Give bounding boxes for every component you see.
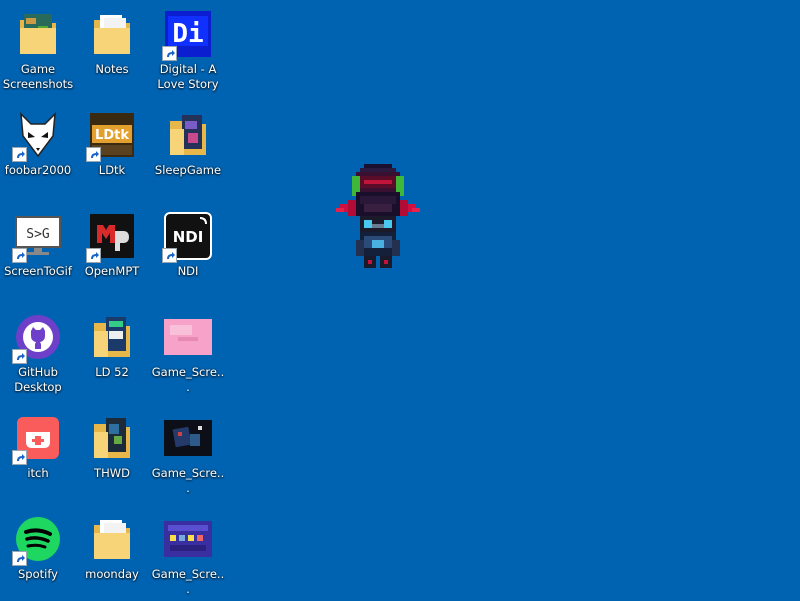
icon-label: Game_Scre... [151, 466, 225, 495]
shortcut-arrow-icon [12, 147, 27, 162]
icon-label: Game_Scre... [151, 365, 225, 394]
folder-icon [88, 10, 136, 58]
svg-text:NDI: NDI [173, 228, 204, 246]
icon-label: LDtk [98, 163, 126, 177]
shortcut-arrow-icon [12, 551, 27, 566]
desktop: { "desktop": { "background_color": "#006… [0, 0, 800, 600]
spotify-icon [12, 515, 62, 566]
digital-app-icon: Di [162, 10, 212, 61]
openmpt-icon [86, 212, 136, 263]
icon-label: THWD [94, 466, 130, 480]
desktop-icon-digital-a-love-story[interactable]: Di Digital - A Love Story [150, 0, 226, 96]
desktop-icon-notes[interactable]: Notes [74, 0, 150, 96]
shortcut-arrow-icon [162, 46, 177, 61]
folder-icon [88, 313, 136, 361]
desktop-icon-ndi[interactable]: NDI NDI [150, 202, 226, 298]
icon-label: Notes [95, 62, 129, 76]
folder-icon [88, 414, 136, 462]
foobar2000-icon [12, 111, 62, 162]
icon-label: Digital - A Love Story [157, 62, 219, 91]
screentogif-icon: S>G [12, 212, 62, 263]
icon-label: foobar2000 [4, 163, 72, 177]
shortcut-arrow-icon [162, 248, 177, 263]
image-thumbnail-icon [164, 515, 212, 563]
desktop-icon-sleepgame[interactable]: SleepGame [150, 101, 226, 197]
folder-icon [14, 10, 62, 58]
icon-label: GitHub Desktop [14, 365, 62, 394]
shortcut-arrow-icon [12, 450, 27, 465]
icon-label: NDI [177, 264, 199, 278]
svg-text:LDtk: LDtk [95, 128, 129, 143]
image-thumbnail-icon [164, 414, 212, 462]
desktop-icon-thwd[interactable]: THWD [74, 404, 150, 500]
desktop-icon-foobar2000[interactable]: foobar2000 [0, 101, 76, 197]
icon-label: OpenMPT [84, 264, 140, 278]
desktop-icon-game-screenshot-2[interactable]: Game_Scre... [150, 404, 226, 500]
icon-label: LD 52 [95, 365, 129, 379]
shortcut-arrow-icon [86, 248, 101, 263]
folder-icon [88, 515, 136, 563]
itch-icon [12, 414, 62, 465]
pixel-character-sprite [336, 164, 420, 272]
folder-icon [164, 111, 212, 159]
icon-label: Game_Scre... [151, 567, 225, 596]
github-icon [12, 313, 62, 364]
svg-text:S>G: S>G [26, 227, 50, 242]
icon-label: ScreenToGif [4, 264, 72, 278]
desktop-icon-game-screenshots[interactable]: Game Screenshots [0, 0, 76, 96]
icon-label: SleepGame [154, 163, 222, 177]
desktop-icon-screentogif[interactable]: S>G ScreenToGif [0, 202, 76, 298]
icon-label: Game Screenshots [2, 62, 74, 91]
svg-text:Di: Di [172, 19, 203, 49]
shortcut-arrow-icon [86, 147, 101, 162]
desktop-icon-github-desktop[interactable]: GitHub Desktop [0, 303, 76, 399]
icon-label: Spotify [18, 567, 58, 581]
desktop-icon-game-screenshot-3[interactable]: Game_Scre... [150, 505, 226, 601]
shortcut-arrow-icon [12, 248, 27, 263]
ndi-icon: NDI [162, 212, 212, 263]
desktop-icon-openmpt[interactable]: OpenMPT [74, 202, 150, 298]
desktop-icon-moonday[interactable]: moonday [74, 505, 150, 601]
desktop-icon-ldtk[interactable]: LDtk LDtk [74, 101, 150, 197]
desktop-icon-spotify[interactable]: Spotify [0, 505, 76, 601]
desktop-icon-ld-52[interactable]: LD 52 [74, 303, 150, 399]
desktop-icon-game-screenshot-1[interactable]: Game_Scre... [150, 303, 226, 399]
icon-label: itch [27, 466, 49, 480]
ldtk-icon: LDtk [86, 111, 136, 162]
shortcut-arrow-icon [12, 349, 27, 364]
desktop-icon-itch[interactable]: itch [0, 404, 76, 500]
icon-label: moonday [85, 567, 139, 581]
image-thumbnail-icon [164, 313, 212, 361]
